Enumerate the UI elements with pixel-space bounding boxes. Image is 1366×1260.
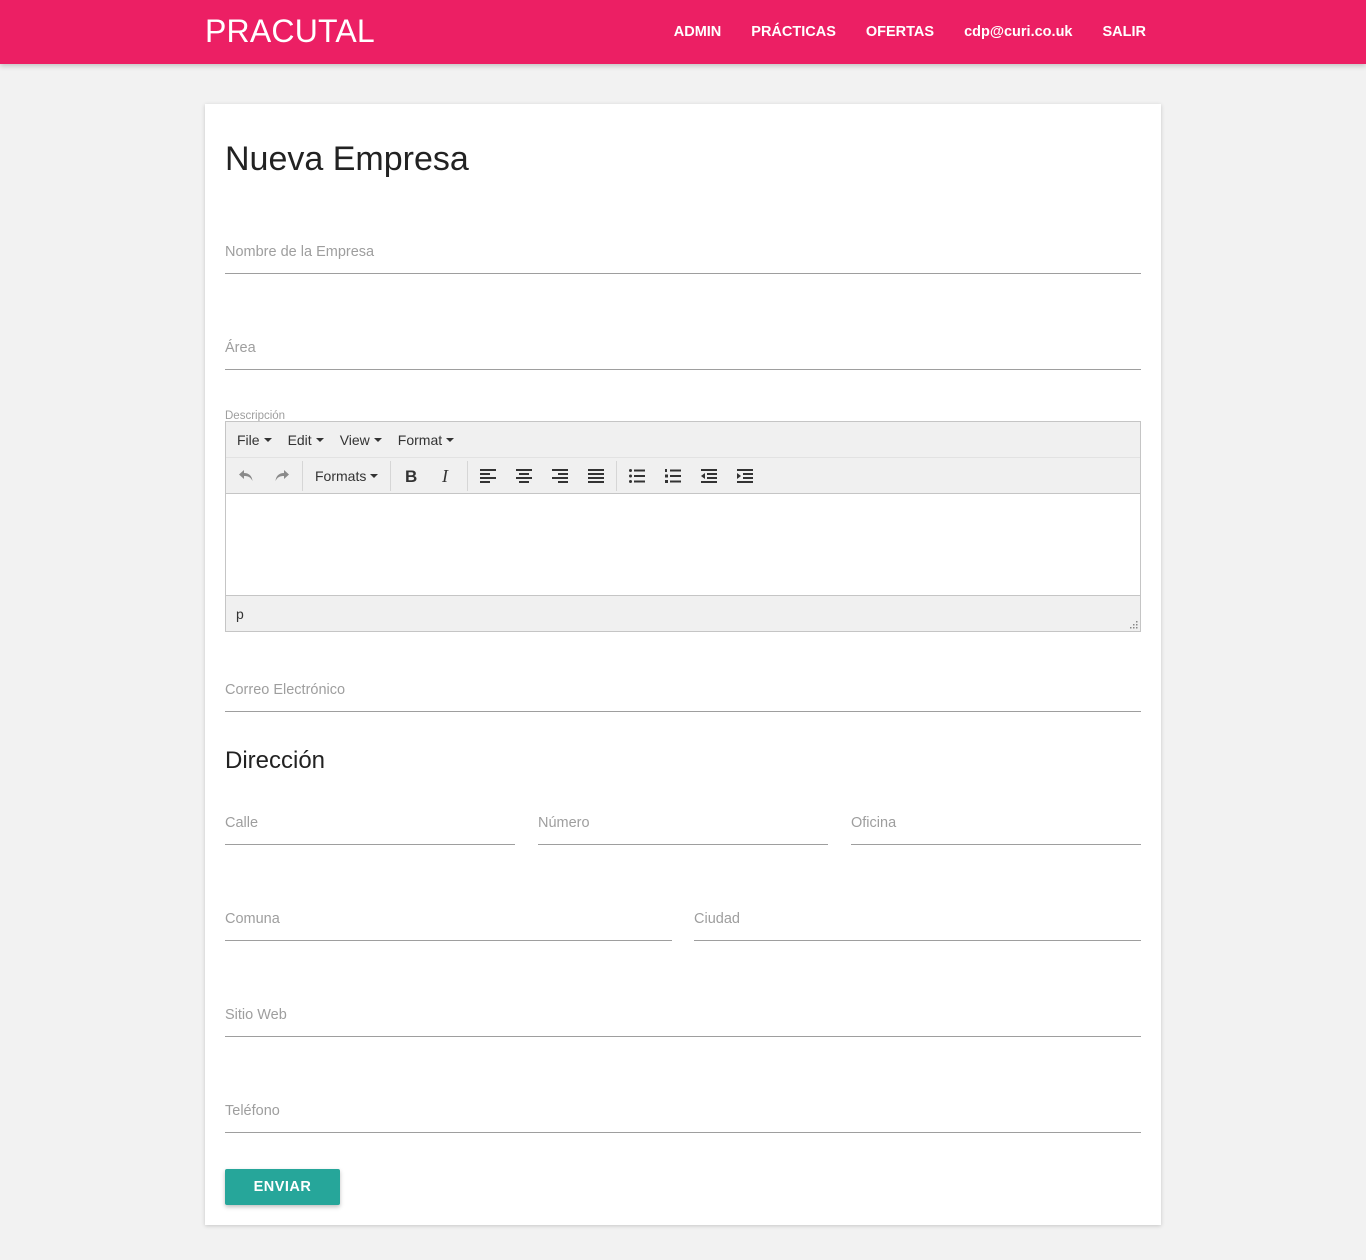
align-left-button[interactable] xyxy=(470,461,506,491)
caret-down-icon xyxy=(373,437,382,442)
ciudad-input[interactable] xyxy=(694,905,1141,941)
caret-down-icon xyxy=(315,437,324,442)
form-card: Nueva Empresa Nombre de la Empresa Área … xyxy=(205,104,1161,1225)
menu-view-label: View xyxy=(339,431,370,448)
numero-field[interactable]: Número xyxy=(538,809,828,845)
redo-icon xyxy=(275,469,289,481)
redo-button[interactable] xyxy=(264,461,300,491)
indent-button[interactable] xyxy=(727,461,763,491)
caret-down-icon xyxy=(370,473,379,478)
editor-statusbar: p xyxy=(226,595,1140,631)
menu-edit-label: Edit xyxy=(287,431,312,448)
align-justify-button[interactable] xyxy=(578,461,614,491)
outdent-button[interactable] xyxy=(691,461,727,491)
bullet-list-icon xyxy=(629,468,646,483)
comuna-input[interactable] xyxy=(225,905,672,941)
align-justify-icon xyxy=(588,468,605,483)
brand-logo[interactable]: PRACUTAL xyxy=(205,13,375,50)
correo-input[interactable] xyxy=(225,676,1141,712)
rich-text-editor: File Edit View Format Formats B I p xyxy=(225,421,1141,632)
resize-handle-icon[interactable] xyxy=(1128,619,1138,629)
nav-link-salir[interactable]: SALIR xyxy=(1088,24,1162,40)
align-center-button[interactable] xyxy=(506,461,542,491)
menu-file-label: File xyxy=(237,431,260,448)
formats-label: Formats xyxy=(315,467,367,484)
nav-link-user-email[interactable]: cdp@curi.co.uk xyxy=(949,24,1087,40)
element-path[interactable]: p xyxy=(236,606,244,622)
bold-button[interactable]: B xyxy=(393,461,429,491)
telefono-field[interactable]: Teléfono xyxy=(225,1097,1141,1133)
editor-menubar: File Edit View Format xyxy=(226,422,1140,457)
outdent-icon xyxy=(701,468,718,483)
numbered-list-button[interactable] xyxy=(655,461,691,491)
indent-icon xyxy=(737,468,754,483)
bullet-list-button[interactable] xyxy=(619,461,655,491)
nav-link-admin[interactable]: ADMIN xyxy=(659,24,737,40)
comuna-field[interactable]: Comuna xyxy=(225,905,672,941)
editor-content-area[interactable] xyxy=(226,494,1140,595)
direccion-heading: Dirección xyxy=(225,747,326,774)
svg-text:I: I xyxy=(441,468,449,484)
oficina-field[interactable]: Oficina xyxy=(851,809,1141,845)
italic-button[interactable]: I xyxy=(429,461,465,491)
bold-icon: B xyxy=(405,468,417,484)
align-left-icon xyxy=(480,468,497,483)
menu-format-label: Format xyxy=(397,431,443,448)
caret-down-icon xyxy=(263,437,272,442)
toolbar-separator xyxy=(467,460,469,491)
ciudad-field[interactable]: Ciudad xyxy=(694,905,1141,941)
correo-field[interactable]: Correo Electrónico xyxy=(225,676,1141,712)
nombre-input[interactable] xyxy=(225,238,1141,274)
nav-links: ADMIN PRÁCTICAS OFERTAS cdp@curi.co.uk S… xyxy=(659,0,1161,64)
menu-file[interactable]: File xyxy=(229,432,280,448)
sitio-web-field[interactable]: Sitio Web xyxy=(225,1001,1141,1037)
page-title: Nueva Empresa xyxy=(225,140,469,178)
toolbar-separator xyxy=(616,460,618,491)
align-right-button[interactable] xyxy=(542,461,578,491)
menu-format[interactable]: Format xyxy=(390,432,462,448)
numbered-list-icon xyxy=(665,468,682,483)
undo-icon xyxy=(239,469,253,481)
top-navbar: PRACUTAL ADMIN PRÁCTICAS OFERTAS cdp@cur… xyxy=(0,0,1366,64)
nombre-field[interactable]: Nombre de la Empresa xyxy=(225,238,1141,274)
toolbar-separator xyxy=(390,460,392,491)
numero-input[interactable] xyxy=(538,809,828,845)
menu-edit[interactable]: Edit xyxy=(280,432,332,448)
align-center-icon xyxy=(516,468,533,483)
submit-button[interactable]: ENVIAR xyxy=(225,1169,340,1205)
area-input[interactable] xyxy=(225,334,1141,370)
calle-input[interactable] xyxy=(225,809,515,845)
italic-icon: I xyxy=(441,468,449,484)
svg-text:B: B xyxy=(405,468,417,484)
area-field[interactable]: Área xyxy=(225,334,1141,370)
menu-view[interactable]: View xyxy=(332,432,390,448)
toolbar-separator xyxy=(302,460,303,491)
oficina-input[interactable] xyxy=(851,809,1141,845)
undo-button[interactable] xyxy=(228,461,264,491)
telefono-input[interactable] xyxy=(225,1097,1141,1133)
sitio-web-input[interactable] xyxy=(225,1001,1141,1037)
editor-toolbar: Formats B I xyxy=(226,457,1140,494)
formats-dropdown[interactable]: Formats xyxy=(305,461,388,491)
align-right-icon xyxy=(552,468,569,483)
caret-down-icon xyxy=(446,437,455,442)
calle-field[interactable]: Calle xyxy=(225,809,515,845)
nav-link-ofertas[interactable]: OFERTAS xyxy=(851,24,949,40)
nav-link-practicas[interactable]: PRÁCTICAS xyxy=(736,24,851,40)
